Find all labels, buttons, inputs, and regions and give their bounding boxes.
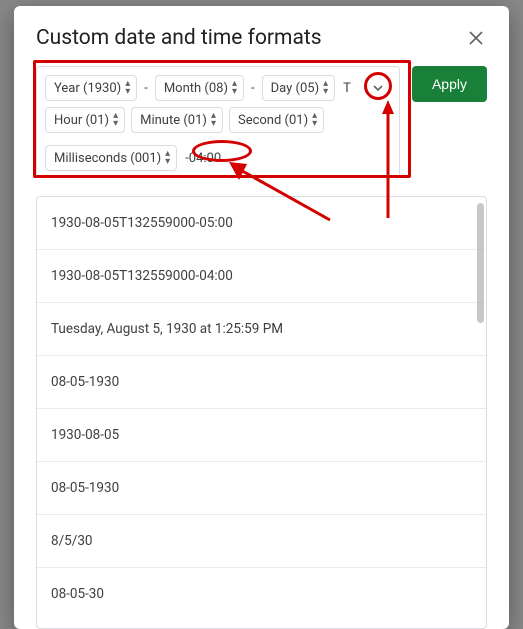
close-button[interactable]	[465, 27, 487, 49]
token-year-label: Year (1930)	[54, 81, 121, 96]
chevron-updown-icon: ▴▾	[312, 112, 317, 128]
chevron-down-icon	[372, 82, 384, 94]
token-hour[interactable]: Hour (01) ▴▾	[45, 107, 125, 133]
token-millis-label: Milliseconds (001)	[54, 151, 161, 166]
chevron-updown-icon: ▴▾	[165, 150, 170, 166]
token-day-label: Day (05)	[271, 81, 319, 96]
format-editor-row: Year (1930) ▴▾ - Month (08) ▴▾ - Day (05…	[36, 66, 487, 178]
add-token-dropdown[interactable]	[365, 75, 391, 101]
chevron-updown-icon: ▴▾	[113, 112, 118, 128]
list-item[interactable]: Tuesday, August 5, 1930 at 1:25:59 PM	[37, 303, 486, 356]
list-item[interactable]: 8/5/30	[37, 515, 486, 568]
format-editor[interactable]: Year (1930) ▴▾ - Month (08) ▴▾ - Day (05…	[36, 66, 400, 178]
literal-T: T	[341, 79, 353, 98]
chevron-updown-icon: ▴▾	[211, 112, 216, 128]
token-month[interactable]: Month (08) ▴▾	[155, 75, 244, 101]
list-item[interactable]: 08-05-30	[37, 568, 486, 620]
token-second[interactable]: Second (01) ▴▾	[229, 107, 324, 133]
list-item[interactable]: 1930-08-05T132559000-04:00	[37, 250, 486, 303]
list-item[interactable]: 08-05-1930	[37, 356, 486, 409]
literal-timezone: -04:00	[183, 149, 223, 168]
token-second-label: Second (01)	[238, 113, 308, 128]
token-minute-label: Minute (01)	[140, 113, 207, 128]
token-hour-label: Hour (01)	[54, 113, 109, 128]
close-icon	[469, 31, 483, 45]
custom-datetime-dialog: Custom date and time formats Year (1930)…	[14, 6, 509, 629]
token-year[interactable]: Year (1930) ▴▾	[45, 75, 137, 101]
dialog-titlebar: Custom date and time formats	[36, 26, 487, 50]
chevron-updown-icon: ▴▾	[323, 80, 328, 96]
token-day[interactable]: Day (05) ▴▾	[262, 75, 336, 101]
token-minute[interactable]: Minute (01) ▴▾	[131, 107, 223, 133]
chevron-updown-icon: ▴▾	[125, 80, 130, 96]
list-item[interactable]: 1930-08-05T132559000-05:00	[37, 197, 486, 250]
scrollbar-thumb[interactable]	[477, 203, 484, 323]
token-month-label: Month (08)	[164, 81, 228, 96]
format-tokens: Year (1930) ▴▾ - Month (08) ▴▾ - Day (05…	[45, 75, 391, 171]
preset-list[interactable]: 1930-08-05T132559000-05:00 1930-08-05T13…	[37, 197, 486, 628]
chevron-updown-icon: ▴▾	[232, 80, 237, 96]
list-item[interactable]: 1930-08-05	[37, 409, 486, 462]
dialog-title: Custom date and time formats	[36, 26, 322, 50]
preset-list-container: 1930-08-05T132559000-05:00 1930-08-05T13…	[36, 196, 487, 629]
separator-dash: -	[250, 81, 256, 96]
apply-button[interactable]: Apply	[412, 66, 487, 102]
list-item[interactable]: 08-05-1930	[37, 462, 486, 515]
token-milliseconds[interactable]: Milliseconds (001) ▴▾	[45, 145, 177, 171]
separator-dash: -	[143, 81, 149, 96]
